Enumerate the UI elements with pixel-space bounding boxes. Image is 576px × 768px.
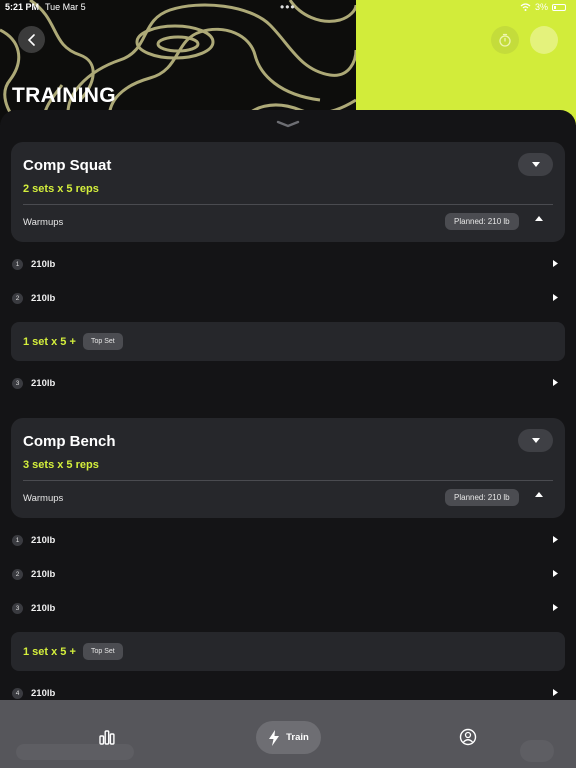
wifi-icon <box>520 3 531 11</box>
set-row[interactable]: 2 210lb <box>0 560 576 590</box>
planned-badge: Planned: 210 lb <box>445 213 519 230</box>
accent-panel <box>356 0 576 125</box>
exercise-name: Comp Squat <box>23 157 112 174</box>
multitasking-dots-icon[interactable]: ••• <box>280 0 296 14</box>
bar-chart-icon[interactable] <box>98 729 116 745</box>
set-weight: 210lb <box>31 535 56 546</box>
set-weight: 210lb <box>31 259 56 270</box>
exercise-scheme: 3 sets x 5 reps <box>23 459 99 471</box>
set-row[interactable]: 3 210lb <box>0 369 576 399</box>
set-number: 3 <box>12 603 23 614</box>
caret-up-icon[interactable] <box>535 492 543 497</box>
divider <box>23 480 553 481</box>
set-number: 3 <box>12 378 23 389</box>
exercise-menu-button[interactable] <box>518 153 553 176</box>
tab-train[interactable]: Train <box>256 721 321 754</box>
caret-right-icon <box>553 536 558 543</box>
exercise-card: Comp Bench 3 sets x 5 reps Warmups Plann… <box>11 418 565 518</box>
status-time: 5:21 PM <box>5 2 40 12</box>
set-row[interactable]: 3 210lb <box>0 594 576 624</box>
battery-percent: 3% <box>534 2 548 12</box>
exercise-scheme: 2 sets x 5 reps <box>23 183 99 195</box>
lightning-icon <box>269 729 280 746</box>
set-row[interactable]: 1 210lb <box>0 250 576 280</box>
status-bar: 5:21 PM Tue Mar 5 ••• 3% <box>0 0 576 14</box>
top-set-label: 1 set x 5 + <box>23 646 76 658</box>
avatar-button[interactable] <box>530 26 558 54</box>
user-circle-icon[interactable] <box>459 728 477 746</box>
workout-sheet: Comp Squat 2 sets x 5 reps Warmups Plann… <box>0 110 576 710</box>
caret-right-icon <box>553 570 558 577</box>
set-row[interactable]: 2 210lb <box>0 284 576 314</box>
tab-train-label: Train <box>286 732 309 743</box>
battery-icon <box>552 3 566 11</box>
status-date: Tue Mar 5 <box>45 2 86 12</box>
timer-button[interactable] <box>491 26 519 54</box>
chevron-left-icon <box>27 33 35 46</box>
top-set-badge: Top Set <box>83 643 123 660</box>
set-weight: 210lb <box>31 569 56 580</box>
top-set-label: 1 set x 5 + <box>23 336 76 348</box>
timer-icon <box>499 33 511 47</box>
page-title: TRAINING <box>12 84 116 107</box>
underlay-ghost <box>520 740 554 762</box>
planned-badge: Planned: 210 lb <box>445 489 519 506</box>
set-weight: 210lb <box>31 293 56 304</box>
caret-up-icon[interactable] <box>535 216 543 221</box>
set-number: 2 <box>12 293 23 304</box>
set-number: 1 <box>12 535 23 546</box>
set-number: 1 <box>12 259 23 270</box>
underlay-ghost <box>16 744 134 760</box>
caret-right-icon <box>553 294 558 301</box>
caret-down-icon <box>531 162 540 167</box>
top-set-card[interactable]: 1 set x 5 + Top Set <box>11 632 565 671</box>
caret-down-icon <box>531 438 540 443</box>
sheet-grabber-chevron-icon[interactable] <box>276 120 300 128</box>
warmups-label: Warmups <box>23 493 64 504</box>
set-weight: 210lb <box>31 603 56 614</box>
status-indicators: 3% <box>520 2 566 12</box>
top-set-badge: Top Set <box>83 333 123 350</box>
back-button[interactable] <box>18 26 45 53</box>
exercise-menu-button[interactable] <box>518 429 553 452</box>
top-set-card[interactable]: 1 set x 5 + Top Set <box>11 322 565 361</box>
tab-bar: Train <box>0 700 576 768</box>
set-weight: 210lb <box>31 378 56 389</box>
set-number: 4 <box>12 688 23 699</box>
caret-right-icon <box>553 689 558 696</box>
exercise-name: Comp Bench <box>23 433 116 450</box>
caret-right-icon <box>553 379 558 386</box>
set-weight: 210lb <box>31 688 56 699</box>
warmups-label: Warmups <box>23 217 64 228</box>
exercise-card: Comp Squat 2 sets x 5 reps Warmups Plann… <box>11 142 565 242</box>
set-number: 2 <box>12 569 23 580</box>
set-row[interactable]: 1 210lb <box>0 526 576 556</box>
divider <box>23 204 553 205</box>
caret-right-icon <box>553 604 558 611</box>
caret-right-icon <box>553 260 558 267</box>
